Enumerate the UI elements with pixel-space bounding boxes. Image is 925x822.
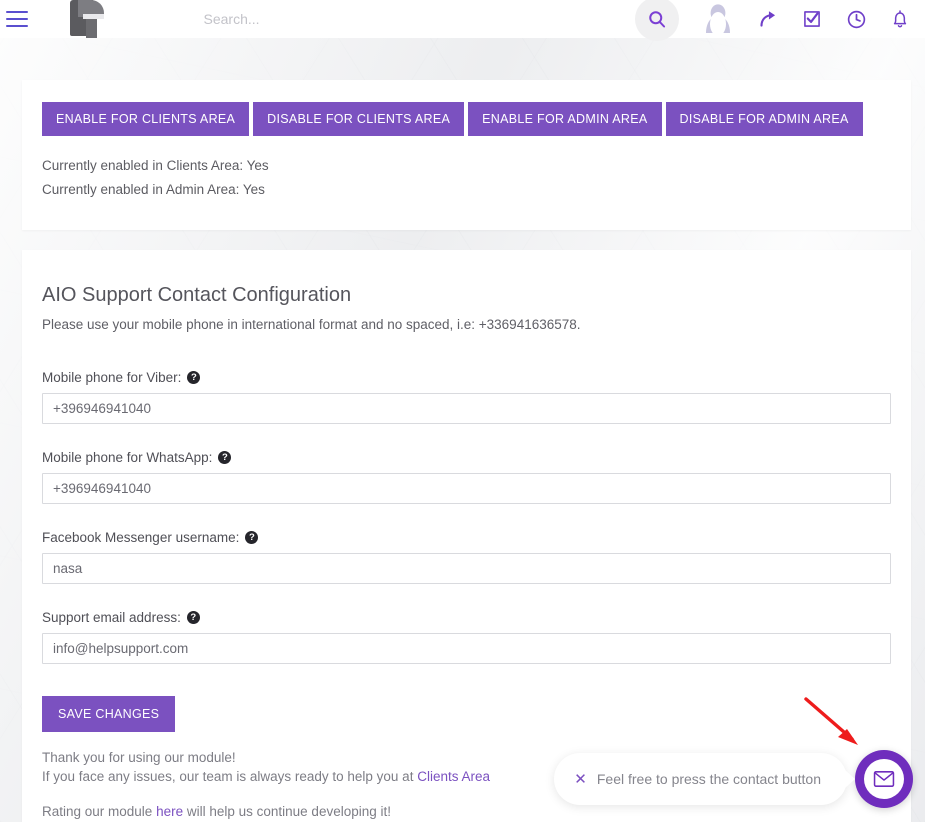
help-icon[interactable]: ? [245, 531, 259, 544]
checkbox-tasks-icon[interactable] [801, 8, 823, 30]
status-admin-area: Currently enabled in Admin Area: Yes [42, 182, 265, 197]
page-title: AIO Support Contact Configuration [42, 284, 352, 306]
label-text: Mobile phone for WhatsApp: [42, 450, 213, 465]
label-facebook-messenger-username: Facebook Messenger username: ? [42, 530, 891, 545]
contact-message-text: Feel free to press the contact button [596, 771, 821, 787]
enable-admin-area-button[interactable]: ENABLE FOR ADMIN AREA [468, 102, 662, 136]
site-logo[interactable] [64, 0, 108, 38]
search-input[interactable] [201, 10, 532, 28]
contact-button-inner [864, 759, 904, 799]
search-icon[interactable] [635, 0, 679, 41]
footer-rating-text-post: will help us continue developing it! [183, 804, 391, 819]
label-text: Facebook Messenger username: [42, 530, 240, 545]
footer-rating-text-pre: Rating our module [42, 804, 157, 819]
status-clients-area: Currently enabled in Clients Area: Yes [42, 158, 269, 173]
bell-notification-icon[interactable] [889, 8, 911, 30]
footer-help-text: If you face any issues, our team is alwa… [42, 769, 418, 784]
field-facebook-messenger-username: Facebook Messenger username: ? [22, 530, 911, 584]
label-whatsapp-phone: Mobile phone for WhatsApp: ? [42, 450, 891, 465]
clients-area-link[interactable]: Clients Area [417, 769, 490, 784]
logo-shape-stem [86, 16, 97, 38]
disable-clients-area-button[interactable]: DISABLE FOR CLIENTS AREA [253, 102, 465, 136]
save-area: SAVE CHANGES [22, 664, 911, 732]
help-icon[interactable]: ? [186, 611, 200, 624]
contact-widget: ✕ Feel free to press the contact button [554, 750, 913, 808]
top-navigation-bar [0, 0, 925, 41]
close-icon[interactable]: ✕ [574, 772, 587, 787]
label-support-email: Support email address: ? [42, 610, 891, 625]
toggle-button-row: ENABLE FOR CLIENTS AREA DISABLE FOR CLIE… [22, 80, 911, 136]
help-icon[interactable]: ? [187, 371, 201, 384]
support-email-input[interactable] [42, 633, 891, 664]
envelope-icon [873, 771, 895, 787]
hamburger-line [6, 18, 28, 20]
hamburger-line [6, 25, 28, 27]
viber-phone-input[interactable] [42, 393, 891, 424]
save-changes-button[interactable]: SAVE CHANGES [42, 696, 176, 732]
field-whatsapp-phone: Mobile phone for WhatsApp: ? [22, 450, 911, 504]
hamburger-line [6, 11, 28, 13]
clock-history-icon[interactable] [845, 8, 867, 30]
label-text: Mobile phone for Viber: [42, 370, 182, 385]
label-text: Support email address: [42, 610, 181, 625]
share-arrow-icon[interactable] [757, 8, 779, 30]
module-toggle-card: ENABLE FOR CLIENTS AREA DISABLE FOR CLIE… [22, 80, 911, 230]
field-support-email: Support email address: ? [22, 610, 911, 664]
user-avatar-icon[interactable] [701, 2, 735, 36]
facebook-messenger-username-input[interactable] [42, 553, 891, 584]
hamburger-menu-icon[interactable] [6, 11, 28, 27]
contact-button[interactable] [855, 750, 913, 808]
topbar-icon-group [635, 0, 911, 41]
rating-here-link[interactable]: here [156, 804, 183, 819]
search-area [108, 0, 635, 38]
label-viber-phone: Mobile phone for Viber: ? [42, 370, 891, 385]
field-viber-phone: Mobile phone for Viber: ? [22, 370, 911, 424]
disable-admin-area-button[interactable]: DISABLE FOR ADMIN AREA [665, 102, 863, 136]
enable-clients-area-button[interactable]: ENABLE FOR CLIENTS AREA [42, 102, 250, 136]
logo-shape-bar [83, 14, 104, 19]
config-subtitle: Please use your mobile phone in internat… [42, 317, 581, 332]
whatsapp-phone-input[interactable] [42, 473, 891, 504]
contact-message-bubble: ✕ Feel free to press the contact button [554, 753, 847, 805]
support-contact-configuration-card: AIO Support Contact Configuration Please… [22, 250, 911, 822]
help-icon[interactable]: ? [218, 451, 232, 464]
